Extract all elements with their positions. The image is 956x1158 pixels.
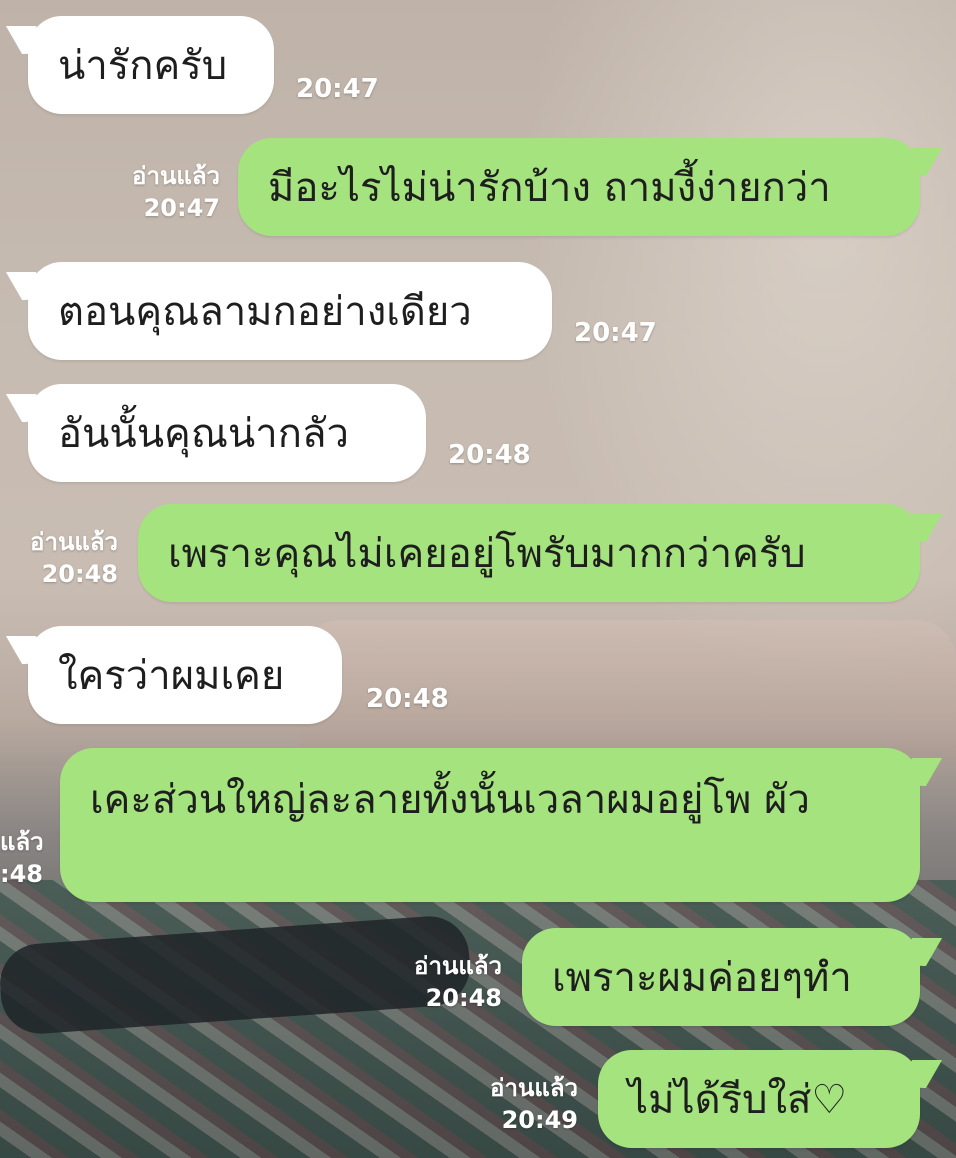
message-bubble-outgoing[interactable]: เพราะคุณไม่เคยอยู่โพรับมากกว่าครับ	[138, 504, 920, 602]
message-text: ใครว่าผมเคย	[58, 653, 285, 699]
message-bubble-outgoing[interactable]: ไม่ได้รีบใส่♡	[598, 1050, 920, 1148]
message-meta: อ่านแล้ว 20:47	[96, 160, 220, 224]
message-bubble-incoming[interactable]: ใครว่าผมเคย	[28, 626, 342, 724]
message-bubble-outgoing[interactable]: มีอะไรไม่น่ารักบ้าง ถามงี้ง่ายกว่า	[238, 138, 920, 236]
message-meta: อ่านแล้ว 20:49	[460, 1072, 578, 1136]
message-bubble-incoming[interactable]: ตอนคุณลามกอย่างเดียว	[28, 262, 552, 360]
message-text: เพราะคุณไม่เคยอยู่โพรับมากกว่าครับ	[168, 531, 806, 577]
message-meta: อ่านแล้ว 20:48	[388, 950, 502, 1014]
message-text: อันนั้นคุณน่ากลัว	[58, 411, 349, 457]
message-bubble-incoming[interactable]: อันนั้นคุณน่ากลัว	[28, 384, 426, 482]
message-time: 20:48	[448, 440, 531, 470]
message-meta: แล้ว :48	[0, 826, 44, 890]
message-text: มีอะไรไม่น่ารักบ้าง ถามงี้ง่ายกว่า	[268, 165, 831, 211]
message-time: 20:48	[41, 560, 118, 588]
read-receipt: แล้ว	[0, 828, 44, 856]
message-bubble-outgoing[interactable]: เพราะผมค่อยๆทำ	[522, 928, 920, 1026]
message-time: 20:47	[143, 194, 220, 222]
message-bubble-outgoing[interactable]: เคะส่วนใหญ่ละลายทั้งนั้นเวลาผมอยู่โพ ผัว	[60, 748, 920, 902]
message-time: 20:49	[501, 1106, 578, 1134]
read-receipt: อ่านแล้ว	[30, 528, 118, 556]
message-time: 20:48	[425, 984, 502, 1012]
read-receipt: อ่านแล้ว	[490, 1074, 578, 1102]
message-time: 20:48	[366, 684, 449, 714]
read-receipt: อ่านแล้ว	[414, 952, 502, 980]
message-text: ไม่ได้รีบใส่♡	[628, 1077, 848, 1123]
message-time: 20:47	[574, 318, 657, 348]
message-meta: อ่านแล้ว 20:48	[0, 526, 118, 590]
message-text: ตอนคุณลามกอย่างเดียว	[58, 289, 472, 335]
message-text: เคะส่วนใหญ่ละลายทั้งนั้นเวลาผมอยู่โพ ผัว	[90, 777, 810, 823]
read-receipt: อ่านแล้ว	[132, 162, 220, 190]
message-time: :48	[0, 860, 43, 888]
message-text: น่ารักครับ	[58, 43, 228, 89]
message-text: เพราะผมค่อยๆทำ	[552, 955, 852, 1001]
message-bubble-incoming[interactable]: น่ารักครับ	[28, 16, 274, 114]
message-time: 20:47	[296, 74, 379, 104]
